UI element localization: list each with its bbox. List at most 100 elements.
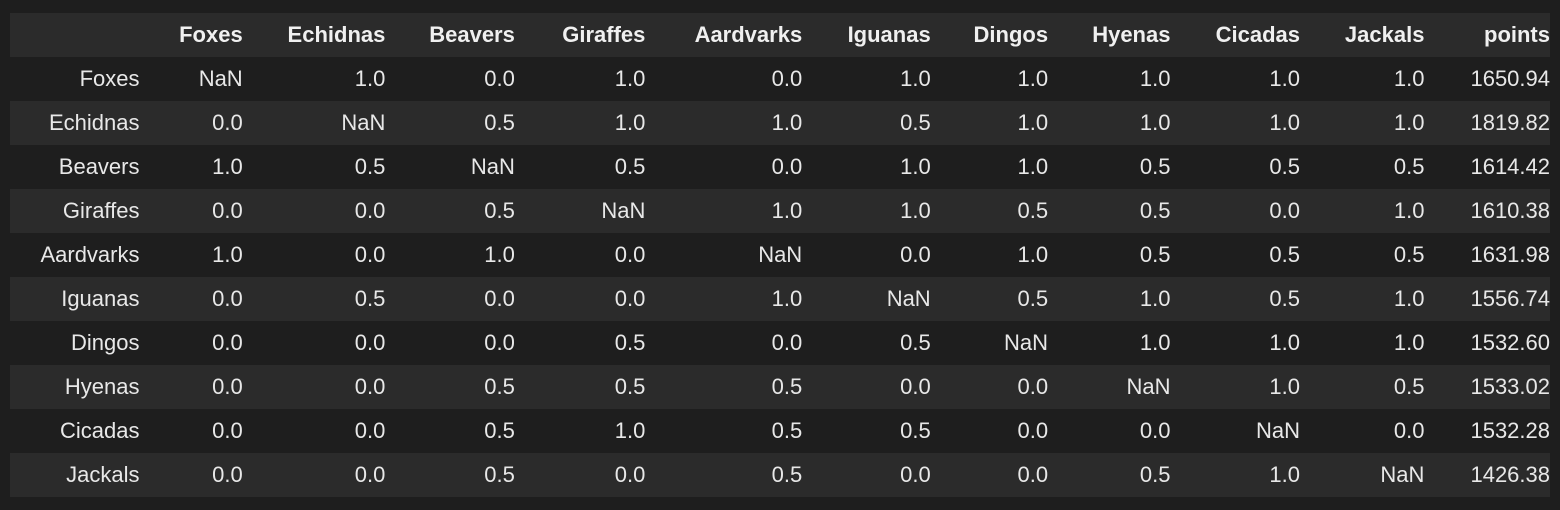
table-row: Echidnas 0.0 NaN 0.5 1.0 1.0 0.5 1.0 1.0 1.0 1.0 18… bbox=[10, 101, 1550, 145]
table-cell: 0.0 bbox=[354, 374, 386, 399]
points-cell: 1819.82 bbox=[1470, 110, 1550, 135]
table-row: Iguanas 0.0 0.5 0.0 0.0 1.0 NaN 0.5 1.0 0.5 1.0 155… bbox=[10, 277, 1550, 321]
table-cell: 1.0 bbox=[1269, 110, 1300, 135]
table-cell: 1.0 bbox=[771, 198, 803, 223]
table-row: Hyenas 0.0 0.0 0.5 0.5 0.5 0.0 0.0 NaN 1.0 0.5 1533… bbox=[10, 365, 1550, 409]
table-cell: 1.0 bbox=[771, 286, 803, 311]
table-cell: NaN bbox=[470, 154, 515, 179]
row-label: Iguanas bbox=[61, 286, 140, 311]
table-cell: 0.5 bbox=[614, 330, 646, 355]
table-cell: 1.0 bbox=[1139, 330, 1171, 355]
table-cell: NaN bbox=[1255, 418, 1300, 443]
table-cell: 0.0 bbox=[771, 66, 803, 91]
column-header-echidnas: Echidnas bbox=[287, 22, 386, 47]
points-cell: 1614.42 bbox=[1470, 154, 1550, 179]
table-cell: 0.5 bbox=[1139, 462, 1171, 487]
dataframe-table: Foxes Echidnas Beavers Giraffes Aardvark… bbox=[10, 13, 1550, 497]
table-cell: 1.0 bbox=[614, 66, 646, 91]
table-cell: 0.0 bbox=[614, 242, 646, 267]
table-cell: 0.5 bbox=[771, 462, 803, 487]
column-header-foxes: Foxes bbox=[179, 22, 243, 47]
table-row: Giraffes 0.0 0.0 0.5 NaN 1.0 1.0 0.5 0.5 0.0 1.0 16… bbox=[10, 189, 1550, 233]
table-cell: 0.0 bbox=[1393, 418, 1425, 443]
points-cell: 1533.02 bbox=[1470, 374, 1550, 399]
table-cell: 0.5 bbox=[354, 286, 386, 311]
table-row: Jackals 0.0 0.0 0.5 0.0 0.5 0.0 0.0 0.5 1.0 NaN 142… bbox=[10, 453, 1550, 497]
table-cell: 0.5 bbox=[1017, 198, 1049, 223]
table-cell: 1.0 bbox=[1393, 198, 1425, 223]
table-cell: NaN bbox=[1126, 374, 1171, 399]
table-cell: 1.0 bbox=[1393, 286, 1425, 311]
table-cell: 0.0 bbox=[484, 286, 515, 311]
table-cell: 0.0 bbox=[212, 418, 243, 443]
table-cell: 0.0 bbox=[1017, 374, 1049, 399]
table-row: Cicadas 0.0 0.0 0.5 1.0 0.5 0.5 0.0 0.0 NaN 0.0 153… bbox=[10, 409, 1550, 453]
table-row: Dingos 0.0 0.0 0.0 0.5 0.0 0.5 NaN 1.0 1.0 1.0 1532… bbox=[10, 321, 1550, 365]
table-cell: 0.0 bbox=[614, 286, 646, 311]
table-cell: 1.0 bbox=[1139, 66, 1171, 91]
table-cell: 1.0 bbox=[212, 154, 243, 179]
table-cell: NaN bbox=[1380, 462, 1425, 487]
points-cell: 1532.28 bbox=[1470, 418, 1550, 443]
row-label: Dingos bbox=[71, 330, 140, 355]
table-cell: 0.5 bbox=[900, 330, 931, 355]
table-cell: 0.0 bbox=[484, 330, 515, 355]
table-cell: 1.0 bbox=[212, 242, 243, 267]
table-cell: 0.5 bbox=[1139, 154, 1171, 179]
table-cell: 0.0 bbox=[1139, 418, 1171, 443]
table-cell: 1.0 bbox=[900, 154, 931, 179]
table-cell: 1.0 bbox=[1393, 330, 1425, 355]
table-cell: 1.0 bbox=[614, 418, 646, 443]
column-header-jackals: Jackals bbox=[1344, 22, 1425, 47]
table-cell: 0.5 bbox=[484, 418, 515, 443]
dataframe-output: Foxes Echidnas Beavers Giraffes Aardvark… bbox=[10, 13, 1550, 497]
table-cell: 1.0 bbox=[1393, 110, 1425, 135]
table-cell: 0.5 bbox=[484, 110, 515, 135]
table-cell: 0.5 bbox=[614, 374, 646, 399]
table-cell: 1.0 bbox=[1139, 110, 1171, 135]
column-header-beavers: Beavers bbox=[429, 22, 515, 47]
table-cell: 0.5 bbox=[354, 154, 386, 179]
table-cell: 0.5 bbox=[1269, 242, 1300, 267]
table-cell: 0.0 bbox=[354, 330, 386, 355]
table-cell: NaN bbox=[341, 110, 386, 135]
points-cell: 1650.94 bbox=[1470, 66, 1550, 91]
row-label: Jackals bbox=[66, 462, 140, 487]
table-cell: 0.5 bbox=[1139, 198, 1171, 223]
table-cell: 0.5 bbox=[484, 374, 515, 399]
points-cell: 1426.38 bbox=[1470, 462, 1550, 487]
table-cell: 1.0 bbox=[771, 110, 803, 135]
table-cell: 0.0 bbox=[900, 462, 931, 487]
table-cell: 1.0 bbox=[1017, 66, 1049, 91]
table-cell: 0.0 bbox=[900, 242, 931, 267]
row-label: Beavers bbox=[58, 154, 140, 179]
points-cell: 1532.60 bbox=[1470, 330, 1550, 355]
table-row: Beavers 1.0 0.5 NaN 0.5 0.0 1.0 1.0 0.5 0.5 0.5 161… bbox=[10, 145, 1550, 189]
table-cell: NaN bbox=[886, 286, 931, 311]
table-cell: 0.5 bbox=[900, 110, 931, 135]
table-cell: 0.0 bbox=[212, 374, 243, 399]
row-label: Cicadas bbox=[60, 418, 140, 443]
points-cell: 1556.74 bbox=[1470, 286, 1550, 311]
table-cell: 1.0 bbox=[354, 66, 386, 91]
table-cell: 0.0 bbox=[212, 330, 243, 355]
table-cell: 1.0 bbox=[484, 242, 515, 267]
table-cell: NaN bbox=[758, 242, 803, 267]
points-cell: 1610.38 bbox=[1470, 198, 1550, 223]
table-cell: 0.5 bbox=[1393, 242, 1425, 267]
row-label: Foxes bbox=[79, 66, 140, 91]
table-cell: 0.5 bbox=[771, 374, 803, 399]
table-cell: NaN bbox=[198, 66, 243, 91]
table-cell: 0.0 bbox=[212, 198, 243, 223]
table-cell: 0.5 bbox=[484, 462, 515, 487]
row-label: Giraffes bbox=[62, 198, 140, 223]
table-cell: 0.0 bbox=[212, 462, 243, 487]
table-cell: 1.0 bbox=[1139, 286, 1171, 311]
table-cell: 1.0 bbox=[900, 66, 931, 91]
column-header-giraffes: Giraffes bbox=[562, 22, 646, 47]
column-header-iguanas: Iguanas bbox=[847, 22, 931, 47]
row-label: Aardvarks bbox=[40, 242, 140, 267]
table-cell: 0.0 bbox=[212, 286, 243, 311]
table-cell: 1.0 bbox=[614, 110, 646, 135]
table-cell: NaN bbox=[1004, 330, 1049, 355]
